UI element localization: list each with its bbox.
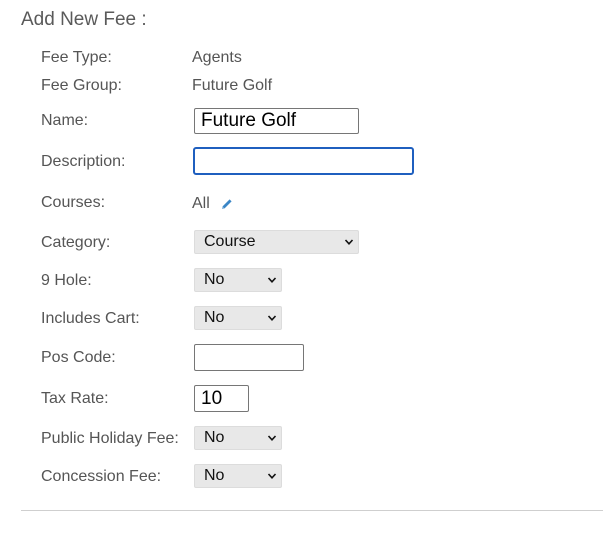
category-label: Category: xyxy=(41,234,111,251)
description-input[interactable] xyxy=(193,147,414,175)
name-label: Name: xyxy=(41,112,89,129)
nine-hole-selected-value: No xyxy=(204,271,225,288)
chevron-down-icon xyxy=(267,473,277,479)
includes-cart-label: Includes Cart: xyxy=(41,310,140,327)
concession-fee-selected-value: No xyxy=(204,467,225,484)
public-holiday-fee-label: Public Holiday Fee: xyxy=(41,430,179,447)
chevron-down-icon xyxy=(267,315,277,321)
fee-group-label: Fee Group: xyxy=(41,77,122,94)
fee-type-value: Agents xyxy=(192,49,242,66)
pos-code-input[interactable] xyxy=(194,344,304,371)
pos-code-label: Pos Code: xyxy=(41,349,116,366)
chevron-down-icon xyxy=(267,435,277,441)
chevron-down-icon xyxy=(267,277,277,283)
fee-group-value: Future Golf xyxy=(192,77,273,94)
public-holiday-fee-selected-value: No xyxy=(204,429,225,446)
nine-hole-select[interactable]: No xyxy=(194,268,282,292)
description-label: Description: xyxy=(41,153,126,170)
courses-value: All xyxy=(192,195,210,212)
chevron-down-icon xyxy=(344,239,354,245)
form-divider xyxy=(21,510,603,511)
courses-label: Courses: xyxy=(41,194,106,211)
concession-fee-label: Concession Fee: xyxy=(41,468,162,485)
concession-fee-select[interactable]: No xyxy=(194,464,282,488)
category-selected-value: Course xyxy=(204,233,256,250)
name-input[interactable] xyxy=(194,108,359,134)
category-select[interactable]: Course xyxy=(194,230,359,254)
tax-rate-input[interactable] xyxy=(194,385,249,412)
add-new-fee-form: Add New Fee : Fee Type: Agents Fee Group… xyxy=(0,0,603,548)
nine-hole-label: 9 Hole: xyxy=(41,272,92,289)
form-heading: Add New Fee : xyxy=(21,9,147,30)
pencil-icon[interactable] xyxy=(221,197,233,209)
includes-cart-selected-value: No xyxy=(204,309,225,326)
public-holiday-fee-select[interactable]: No xyxy=(194,426,282,450)
includes-cart-select[interactable]: No xyxy=(194,306,282,330)
tax-rate-label: Tax Rate: xyxy=(41,390,109,407)
fee-type-label: Fee Type: xyxy=(41,49,112,66)
